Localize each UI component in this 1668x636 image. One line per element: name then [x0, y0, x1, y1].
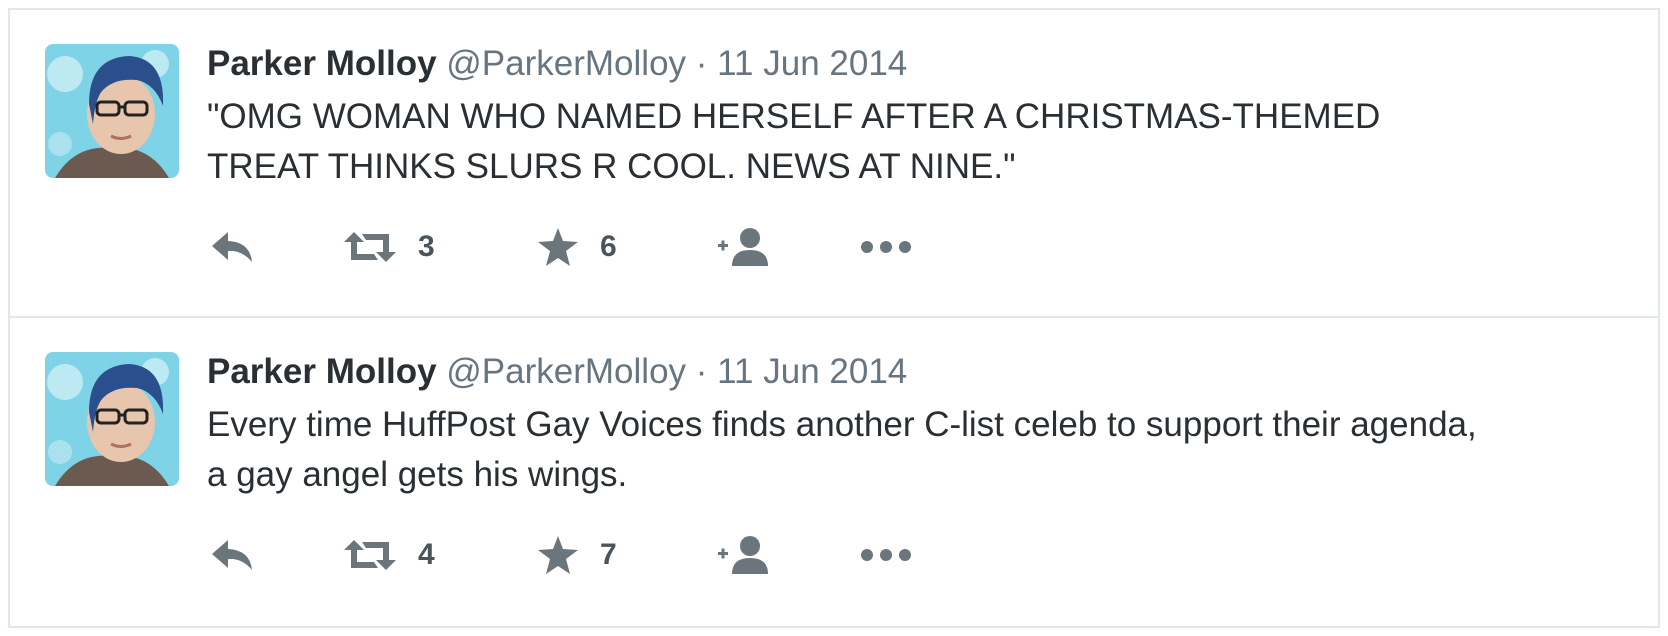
favorite-button[interactable]: 6 [538, 222, 617, 272]
retweet-count: 3 [418, 230, 435, 263]
timeline: Parker Molloy @ParkerMolloy · 11 Jun 201… [8, 8, 1660, 628]
more-icon [860, 548, 912, 562]
reply-icon [210, 538, 254, 572]
retweet-count: 4 [418, 538, 435, 571]
reply-icon [210, 230, 254, 264]
more-button[interactable] [860, 530, 912, 580]
reply-button[interactable] [210, 530, 254, 580]
follow-button[interactable] [718, 222, 772, 272]
tweet-content: Parker Molloy @ParkerMolloy · 11 Jun 201… [207, 42, 1618, 192]
tweet-content: Parker Molloy @ParkerMolloy · 11 Jun 201… [207, 350, 1618, 500]
tweet-text: "OMG WOMAN WHO NAMED HERSELF AFTER A CHR… [207, 97, 1381, 186]
separator: · [695, 44, 708, 83]
timestamp[interactable]: 11 Jun 2014 [717, 352, 907, 391]
favorite-count: 7 [600, 538, 617, 571]
tweet[interactable]: Parker Molloy @ParkerMolloy · 11 Jun 201… [10, 318, 1658, 626]
author-handle[interactable]: @ParkerMolloy [446, 44, 686, 83]
more-icon [860, 240, 912, 254]
tweet-text: Every time HuffPost Gay Voices finds ano… [207, 405, 1477, 494]
author-name[interactable]: Parker Molloy [207, 44, 437, 83]
avatar[interactable] [45, 352, 179, 486]
favorite-count: 6 [600, 230, 617, 263]
timestamp[interactable]: 11 Jun 2014 [717, 44, 907, 83]
reply-button[interactable] [210, 222, 254, 272]
favorite-button[interactable]: 7 [538, 530, 617, 580]
separator: · [695, 352, 708, 391]
star-icon [538, 536, 578, 574]
tweet-header: Parker Molloy @ParkerMolloy · 11 Jun 201… [207, 42, 1618, 86]
retweet-icon [344, 230, 396, 264]
follow-icon [718, 228, 772, 266]
author-name[interactable]: Parker Molloy [207, 352, 437, 391]
author-handle[interactable]: @ParkerMolloy [446, 352, 686, 391]
retweet-button[interactable]: 3 [344, 222, 435, 272]
follow-button[interactable] [718, 530, 772, 580]
tweet-header: Parker Molloy @ParkerMolloy · 11 Jun 201… [207, 350, 1618, 394]
follow-icon [718, 536, 772, 574]
tweet-actions: 4 7 [210, 530, 970, 580]
tweet-actions: 3 6 [210, 222, 970, 272]
tweet[interactable]: Parker Molloy @ParkerMolloy · 11 Jun 201… [10, 10, 1658, 318]
star-icon [538, 228, 578, 266]
retweet-icon [344, 538, 396, 572]
retweet-button[interactable]: 4 [344, 530, 435, 580]
avatar[interactable] [45, 44, 179, 178]
more-button[interactable] [860, 222, 912, 272]
